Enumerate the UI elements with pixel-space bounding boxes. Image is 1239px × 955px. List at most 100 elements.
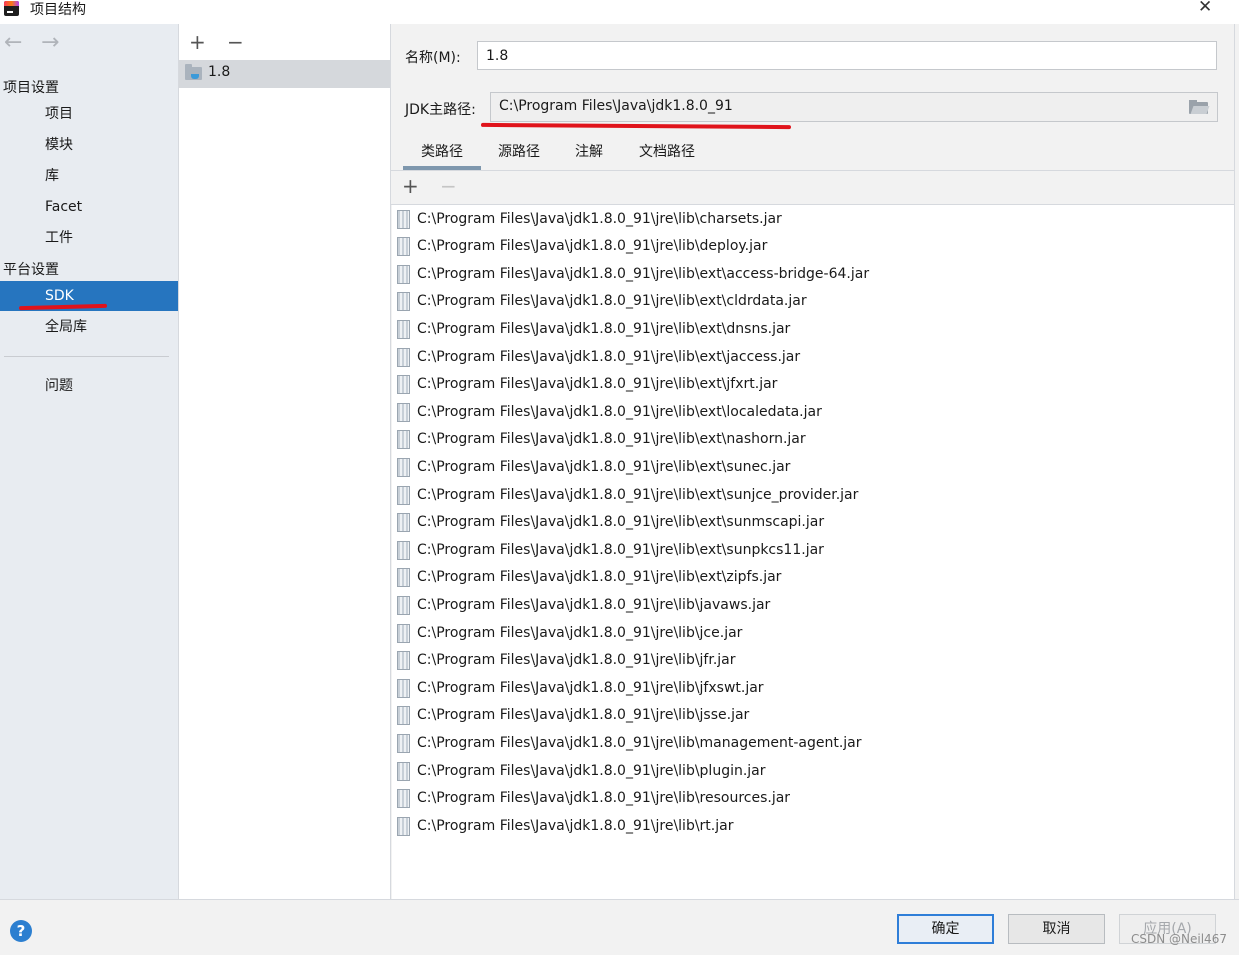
sdk-detail-panel: 名称(M): JDK主路径: C:\Program Files\Java\jdk… [391, 24, 1239, 899]
jar-archive-icon [397, 706, 410, 726]
nav-item-problems[interactable]: 问题 [0, 371, 178, 401]
classpath-row[interactable]: C:\Program Files\Java\jdk1.8.0_91\jre\li… [392, 289, 1234, 316]
classpath-row[interactable]: C:\Program Files\Java\jdk1.8.0_91\jre\li… [392, 676, 1234, 703]
classpath-entry-path: C:\Program Files\Java\jdk1.8.0_91\jre\li… [417, 762, 766, 779]
jar-archive-icon [397, 678, 410, 698]
nav-item-global-libraries[interactable]: 全局库 [0, 312, 178, 342]
classpath-row[interactable]: C:\Program Files\Java\jdk1.8.0_91\jre\li… [392, 786, 1234, 813]
sdk-list-panel: + − 1.8 [179, 24, 391, 899]
nav-item-artifacts[interactable]: 工件 [0, 223, 178, 253]
jdk-home-path-value: C:\Program Files\Java\jdk1.8.0_91 [499, 98, 733, 114]
jdk-home-path-field[interactable]: C:\Program Files\Java\jdk1.8.0_91 [490, 92, 1218, 122]
remove-classpath-button[interactable]: − [440, 176, 457, 196]
classpath-row[interactable]: C:\Program Files\Java\jdk1.8.0_91\jre\li… [392, 593, 1234, 620]
classpath-entry-path: C:\Program Files\Java\jdk1.8.0_91\jre\li… [417, 431, 806, 448]
classpath-row[interactable]: C:\Program Files\Java\jdk1.8.0_91\jre\li… [392, 400, 1234, 427]
help-icon[interactable]: ? [10, 920, 32, 942]
classpath-entry-path: C:\Program Files\Java\jdk1.8.0_91\jre\li… [417, 790, 791, 807]
back-arrow-icon[interactable]: ← [4, 30, 22, 55]
java-cup-icon [191, 74, 199, 79]
jar-archive-icon [397, 402, 410, 422]
classpath-entry-path: C:\Program Files\Java\jdk1.8.0_91\jre\li… [417, 734, 862, 751]
classpath-row[interactable]: C:\Program Files\Java\jdk1.8.0_91\jre\li… [392, 510, 1234, 537]
classpath-list: C:\Program Files\Java\jdk1.8.0_91\jre\li… [392, 205, 1234, 899]
classpath-row[interactable]: C:\Program Files\Java\jdk1.8.0_91\jre\li… [392, 345, 1234, 372]
classpath-row[interactable]: C:\Program Files\Java\jdk1.8.0_91\jre\li… [392, 372, 1234, 399]
jar-archive-icon [397, 375, 410, 395]
jar-archive-icon [397, 568, 410, 588]
classpath-row[interactable]: C:\Program Files\Java\jdk1.8.0_91\jre\li… [392, 565, 1234, 592]
classpath-entry-path: C:\Program Files\Java\jdk1.8.0_91\jre\li… [417, 210, 782, 227]
nav-divider [4, 356, 169, 357]
classpath-row[interactable]: C:\Program Files\Java\jdk1.8.0_91\jre\li… [392, 703, 1234, 730]
project-settings-header: 项目设置 [3, 80, 59, 96]
nav-item-modules[interactable]: 模块 [0, 130, 178, 160]
jar-archive-icon [397, 623, 410, 643]
dialog-button-bar: ? 确定 取消 应用(A) CSDN @Neil467 [0, 899, 1239, 955]
classpath-row[interactable]: C:\Program Files\Java\jdk1.8.0_91\jre\li… [392, 621, 1234, 648]
classpath-row[interactable]: C:\Program Files\Java\jdk1.8.0_91\jre\li… [392, 455, 1234, 482]
jar-archive-icon [397, 292, 410, 312]
classpath-entry-path: C:\Program Files\Java\jdk1.8.0_91\jre\li… [417, 376, 778, 393]
jar-archive-icon [397, 319, 410, 339]
tab-documentation-paths[interactable]: 文档路径 [631, 138, 703, 170]
ok-button[interactable]: 确定 [897, 914, 994, 944]
tab-annotations[interactable]: 注解 [567, 138, 611, 170]
red-annotation-underline-jdk-path [480, 122, 792, 130]
csdn-watermark: CSDN @Neil467 [1131, 932, 1227, 946]
intellij-app-icon [4, 1, 19, 16]
jar-archive-icon [397, 209, 410, 229]
classpath-row[interactable]: C:\Program Files\Java\jdk1.8.0_91\jre\li… [392, 207, 1234, 234]
jdk-home-label: JDK主路径: [405, 102, 476, 118]
jar-archive-icon [397, 540, 410, 560]
platform-settings-header: 平台设置 [3, 262, 59, 278]
classpath-entry-path: C:\Program Files\Java\jdk1.8.0_91\jre\li… [417, 569, 782, 586]
tab-classpath[interactable]: 类路径 [403, 138, 481, 170]
jar-archive-icon [397, 651, 410, 671]
jar-archive-icon [397, 430, 410, 450]
panel-border [1234, 24, 1235, 899]
sdk-name-input[interactable] [477, 41, 1217, 70]
forward-arrow-icon[interactable]: → [41, 30, 59, 55]
nav-item-project[interactable]: 项目 [0, 99, 178, 129]
add-sdk-button[interactable]: + [189, 32, 206, 52]
browse-folder-icon[interactable] [1189, 100, 1210, 114]
classpath-entry-path: C:\Program Files\Java\jdk1.8.0_91\jre\li… [417, 624, 743, 641]
nav-item-facets[interactable]: Facet [0, 192, 178, 222]
classpath-entry-path: C:\Program Files\Java\jdk1.8.0_91\jre\li… [417, 265, 870, 282]
classpath-row[interactable]: C:\Program Files\Java\jdk1.8.0_91\jre\li… [392, 483, 1234, 510]
sdk-list-item[interactable]: 1.8 [179, 60, 390, 88]
name-label: 名称(M): [405, 50, 461, 66]
tab-sourcepath[interactable]: 源路径 [489, 138, 549, 170]
window-title: 项目结构 [30, 2, 86, 18]
classpath-row[interactable]: C:\Program Files\Java\jdk1.8.0_91\jre\li… [392, 234, 1234, 261]
classpath-row[interactable]: C:\Program Files\Java\jdk1.8.0_91\jre\li… [392, 538, 1234, 565]
nav-item-libraries[interactable]: 库 [0, 161, 178, 191]
classpath-entry-path: C:\Program Files\Java\jdk1.8.0_91\jre\li… [417, 817, 734, 834]
jar-archive-icon [397, 761, 410, 781]
classpath-entry-path: C:\Program Files\Java\jdk1.8.0_91\jre\li… [417, 348, 801, 365]
add-classpath-button[interactable]: + [402, 176, 419, 196]
close-icon[interactable]: ✕ [1198, 0, 1212, 17]
classpath-entry-path: C:\Program Files\Java\jdk1.8.0_91\jre\li… [417, 486, 859, 503]
classpath-row[interactable]: C:\Program Files\Java\jdk1.8.0_91\jre\li… [392, 317, 1234, 344]
classpath-entry-path: C:\Program Files\Java\jdk1.8.0_91\jre\li… [417, 652, 736, 669]
sdk-item-label: 1.8 [208, 64, 231, 80]
remove-sdk-button[interactable]: − [227, 32, 244, 52]
classpath-entry-path: C:\Program Files\Java\jdk1.8.0_91\jre\li… [417, 514, 825, 531]
classpath-row[interactable]: C:\Program Files\Java\jdk1.8.0_91\jre\li… [392, 759, 1234, 786]
jar-archive-icon [397, 733, 410, 753]
jar-archive-icon [397, 789, 410, 809]
classpath-row[interactable]: C:\Program Files\Java\jdk1.8.0_91\jre\li… [392, 814, 1234, 841]
classpath-row[interactable]: C:\Program Files\Java\jdk1.8.0_91\jre\li… [392, 648, 1234, 675]
classpath-entry-path: C:\Program Files\Java\jdk1.8.0_91\jre\li… [417, 238, 768, 255]
classpath-entry-path: C:\Program Files\Java\jdk1.8.0_91\jre\li… [417, 403, 822, 420]
classpath-entry-path: C:\Program Files\Java\jdk1.8.0_91\jre\li… [417, 707, 750, 724]
jar-archive-icon [397, 457, 410, 477]
classpath-entry-path: C:\Program Files\Java\jdk1.8.0_91\jre\li… [417, 541, 824, 558]
classpath-row[interactable]: C:\Program Files\Java\jdk1.8.0_91\jre\li… [392, 427, 1234, 454]
classpath-row[interactable]: C:\Program Files\Java\jdk1.8.0_91\jre\li… [392, 731, 1234, 758]
classpath-entry-path: C:\Program Files\Java\jdk1.8.0_91\jre\li… [417, 293, 807, 310]
classpath-row[interactable]: C:\Program Files\Java\jdk1.8.0_91\jre\li… [392, 262, 1234, 289]
cancel-button[interactable]: 取消 [1008, 914, 1105, 944]
